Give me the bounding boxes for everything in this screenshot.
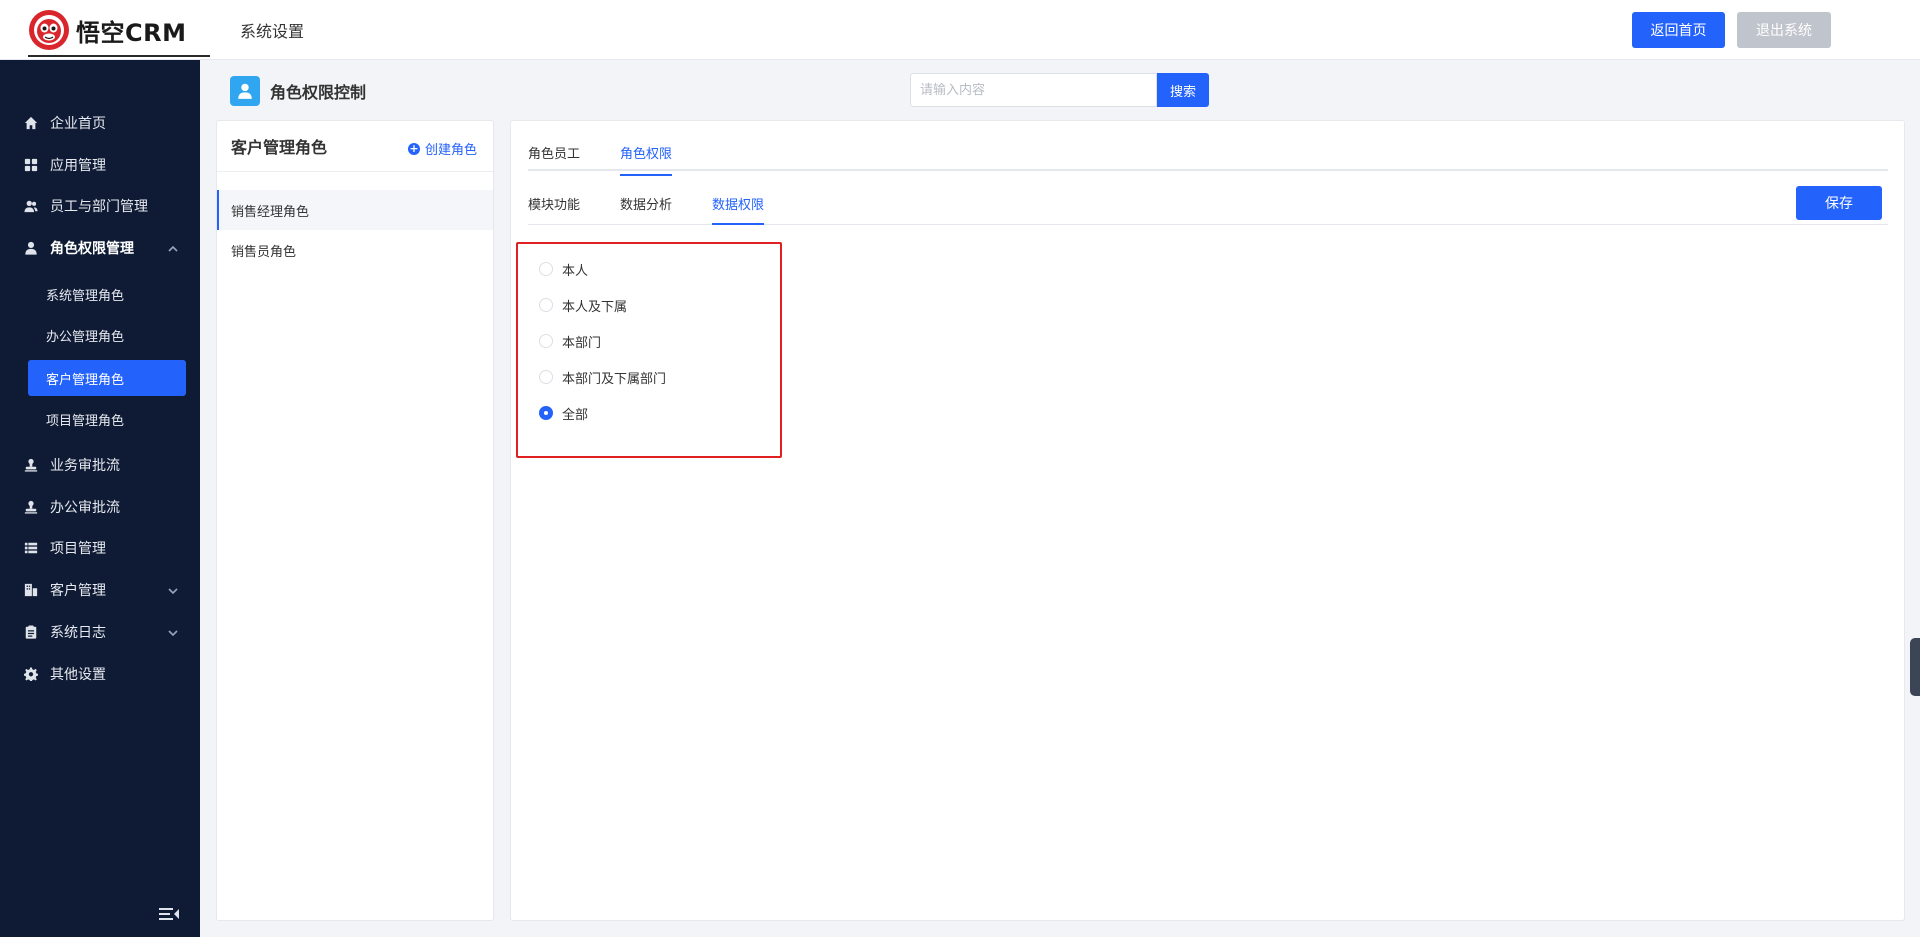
building-icon [24, 583, 38, 597]
radio-label: 本部门 [562, 335, 602, 351]
page-title: 角色权限控制 [270, 83, 367, 102]
subtab-label: 数据权限 [712, 198, 765, 213]
radio-label: 本人 [562, 263, 589, 279]
active-subtab-indicator [712, 223, 764, 225]
subtab-data-analysis[interactable]: 数据分析 [620, 194, 672, 213]
clipboard-icon [24, 625, 38, 639]
search-input[interactable] [910, 73, 1157, 107]
sidebar-item-project-management[interactable]: 项目管理 [0, 528, 200, 568]
subtab-module-function[interactable]: 模块功能 [528, 194, 580, 213]
top-bar: 悟空CRM 系统设置 返回首页 退出系统 [0, 0, 1920, 60]
monkey-logo-icon [29, 10, 69, 50]
plus-circle-icon: + [407, 141, 420, 155]
radio-option-self[interactable]: 本人 [539, 259, 588, 279]
tab-role-staff[interactable]: 角色员工 [528, 143, 580, 174]
role-group-title: 客户管理角色 [231, 138, 328, 157]
sidebar-item-label: 企业首页 [50, 116, 106, 132]
logo-underline [28, 55, 210, 57]
sidebar-item-app-management[interactable]: 应用管理 [0, 145, 200, 185]
sidebar-subitem-project-role[interactable]: 项目管理角色 [28, 401, 186, 437]
search-button[interactable]: 搜索 [1157, 73, 1209, 107]
role-item-sales-staff[interactable]: 销售员角色 [217, 230, 493, 270]
logout-button[interactable]: 退出系统 [1737, 12, 1831, 48]
sidebar-subitem-office-role[interactable]: 办公管理角色 [28, 317, 186, 353]
chevron-down-icon [168, 584, 178, 595]
role-item-label: 销售员角色 [231, 244, 297, 260]
sidebar-item-label: 办公审批流 [50, 500, 120, 516]
sidebar-item-label: 员工与部门管理 [50, 199, 148, 215]
gear-icon [24, 667, 38, 681]
users-icon [24, 199, 38, 213]
sidebar-item-label: 系统日志 [50, 625, 106, 641]
sidebar-subitem-label: 客户管理角色 [46, 372, 125, 388]
chevron-down-icon [168, 626, 178, 637]
return-home-button[interactable]: 返回首页 [1632, 12, 1725, 48]
tab-label: 角色权限 [620, 147, 673, 162]
create-role-button[interactable]: + 创建角色 [407, 139, 477, 158]
radio-label: 本部门及下属部门 [562, 371, 667, 387]
chevron-up-icon [168, 242, 178, 252]
radio-label: 全部 [562, 407, 589, 423]
side-widget-handle[interactable] [1910, 638, 1920, 696]
collapse-sidebar-icon[interactable] [158, 905, 180, 923]
permission-tabs: 角色员工 角色权限 [528, 121, 1888, 176]
sidebar-item-role-permission[interactable]: 角色权限管理 [0, 228, 200, 268]
radio-button[interactable] [539, 370, 553, 384]
home-icon [24, 116, 38, 130]
radio-option-all[interactable]: 全部 [539, 403, 588, 423]
radio-label: 本人及下属 [562, 299, 628, 315]
subtab-data-permission[interactable]: 数据权限 [712, 194, 764, 225]
sidebar-item-system-log[interactable]: 系统日志 [0, 612, 200, 652]
sidebar-item-label: 应用管理 [50, 158, 106, 174]
sidebar: 企业首页 应用管理 员工与部门管理 角色权限管理 系统管理角色 办公管理角色 客… [0, 60, 200, 937]
user-badge-icon [230, 76, 260, 106]
sidebar-subitem-label: 办公管理角色 [46, 329, 125, 345]
divider [217, 171, 493, 172]
sidebar-subitem-customer-role[interactable]: 客户管理角色 [28, 360, 186, 396]
create-role-label: 创建角色 [424, 143, 477, 158]
sidebar-subitem-label: 项目管理角色 [46, 413, 125, 429]
user-icon [24, 241, 38, 255]
sidebar-item-label: 业务审批流 [50, 458, 120, 474]
logo[interactable]: 悟空CRM [28, 9, 210, 57]
sidebar-item-label: 角色权限管理 [50, 241, 134, 257]
sidebar-item-other-settings[interactable]: 其他设置 [0, 654, 200, 694]
module-title: 系统设置 [240, 22, 305, 41]
sidebar-item-label: 项目管理 [50, 541, 106, 557]
radio-button[interactable] [539, 334, 553, 348]
logo-text: 悟空CRM [76, 18, 187, 47]
permission-panel: 角色员工 角色权限 模块功能 数据分析 数据权限 保存 本人 本人及下属 本部门… [510, 120, 1905, 921]
save-button[interactable]: 保存 [1796, 186, 1882, 220]
radio-button[interactable] [539, 262, 553, 276]
stamp-icon [24, 500, 38, 514]
role-item-sales-manager[interactable]: 销售经理角色 [217, 190, 493, 230]
sidebar-item-staff-department[interactable]: 员工与部门管理 [0, 186, 200, 226]
sidebar-item-office-approval[interactable]: 办公审批流 [0, 487, 200, 527]
role-item-label: 销售经理角色 [231, 204, 310, 220]
role-list-panel: 客户管理角色 + 创建角色 销售经理角色 销售员角色 [216, 120, 494, 921]
sidebar-subitem-system-role[interactable]: 系统管理角色 [28, 276, 186, 312]
data-scope-highlight-box: 本人 本人及下属 本部门 本部门及下属部门 全部 [516, 242, 782, 458]
sidebar-item-label: 其他设置 [50, 667, 106, 683]
sidebar-item-enterprise-home[interactable]: 企业首页 [0, 103, 200, 143]
radio-button-checked[interactable] [539, 406, 553, 420]
sidebar-item-business-approval[interactable]: 业务审批流 [0, 445, 200, 485]
radio-option-self-and-subordinates[interactable]: 本人及下属 [539, 295, 627, 315]
list-icon [24, 541, 38, 555]
tab-role-permission[interactable]: 角色权限 [620, 143, 673, 176]
stamp-icon [24, 458, 38, 472]
page-header: 角色权限控制 [230, 76, 366, 106]
radio-option-department-and-sub[interactable]: 本部门及下属部门 [539, 367, 666, 387]
sidebar-item-customer-management[interactable]: 客户管理 [0, 570, 200, 610]
sidebar-item-label: 客户管理 [50, 583, 106, 599]
sidebar-subitem-label: 系统管理角色 [46, 288, 125, 304]
grid-icon [24, 158, 38, 172]
radio-option-department[interactable]: 本部门 [539, 331, 601, 351]
permission-subtabs: 模块功能 数据分析 数据权限 [528, 171, 1888, 225]
radio-button[interactable] [539, 298, 553, 312]
